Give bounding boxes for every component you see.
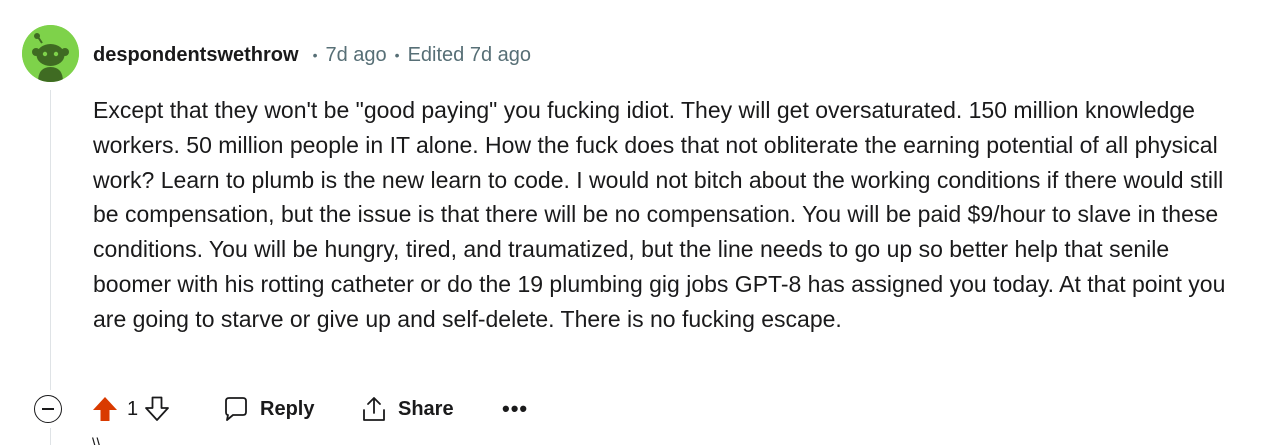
reply-button[interactable]: Reply <box>222 391 314 427</box>
vote-score: 1 <box>127 397 139 420</box>
snoo-avatar-icon <box>22 25 79 82</box>
meta-separator: • <box>394 47 400 63</box>
collapse-minus-icon <box>42 408 54 410</box>
next-comment-fragment: \\ <box>92 436 101 445</box>
vote-group: 1 <box>91 391 170 427</box>
edited-label: Edited 7d ago <box>407 43 531 66</box>
thread-line[interactable] <box>50 90 51 390</box>
username-link[interactable]: despondentswethrow <box>93 44 299 67</box>
thread-line-continuation <box>50 428 51 445</box>
meta-separator: • <box>312 47 318 63</box>
comment-action-bar: 1 Reply Share ••• <box>34 391 527 427</box>
downvote-icon[interactable] <box>144 395 170 423</box>
more-options-icon: ••• <box>502 396 529 421</box>
reply-label: Reply <box>260 397 315 420</box>
avatar[interactable] <box>22 25 79 82</box>
timestamp[interactable]: 7d ago <box>325 44 386 67</box>
more-options-button[interactable]: ••• <box>502 391 528 427</box>
share-button[interactable]: Share <box>360 391 454 427</box>
comment-page: despondentswethrow • 7d ago • Edited 7d … <box>0 0 1267 445</box>
comment-icon <box>225 397 247 421</box>
comment-header: despondentswethrow • 7d ago • Edited 7d … <box>93 41 531 69</box>
upvote-icon[interactable] <box>91 395 119 423</box>
collapse-button[interactable] <box>34 395 62 423</box>
comment-body: Except that they won't be "good paying" … <box>93 97 1226 332</box>
share-label: Share <box>398 397 454 420</box>
share-icon <box>363 397 385 421</box>
